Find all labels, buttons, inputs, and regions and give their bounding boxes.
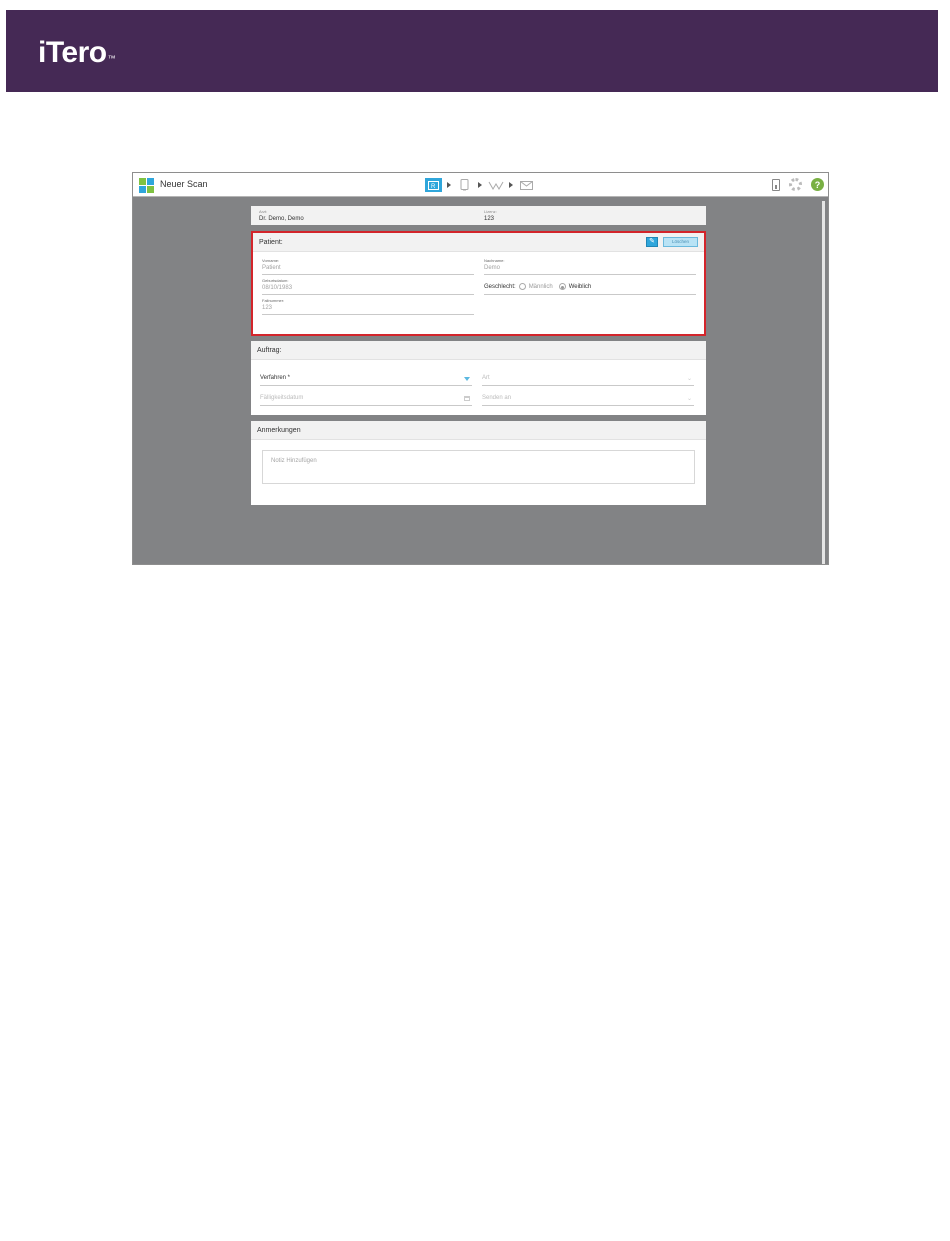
calendar-icon[interactable] — [464, 396, 470, 401]
step-arrow-icon — [478, 182, 482, 188]
last-name-label: Nachname: — [484, 258, 505, 263]
document-header: iTero™ — [6, 10, 938, 92]
due-date-label: Fälligkeitsdatum — [260, 395, 304, 401]
notes-placeholder: Notiz Hinzufügen — [271, 458, 317, 464]
view-icon[interactable] — [487, 178, 504, 192]
patient-title: Patient: — [259, 239, 283, 246]
procedure-select[interactable]: Verfahren * — [260, 373, 472, 386]
notes-input[interactable]: Notiz Hinzufügen — [262, 450, 695, 484]
status-icons: ? — [772, 178, 824, 191]
male-option[interactable]: Männlich — [529, 284, 553, 290]
first-name-label: Vorname: — [262, 258, 280, 263]
female-radio[interactable] — [558, 283, 566, 290]
order-section: Auftrag: Verfahren * Art ⌄ Fälligkeitsda… — [251, 341, 706, 415]
order-title: Auftrag: — [257, 347, 282, 354]
male-radio[interactable] — [518, 283, 526, 290]
send-to-select[interactable]: Senden an ⌄ — [482, 393, 694, 406]
pencil-icon[interactable]: ✎ — [646, 237, 658, 247]
dob-label: Geburtsdatum: — [262, 278, 289, 283]
doctor-info-panel: Arzt: Dr. Demo, Demo Lizenz: 123 — [251, 206, 706, 225]
type-select[interactable]: Art ⌄ — [482, 373, 694, 386]
order-header: Auftrag: — [251, 341, 706, 360]
send-to-label: Senden an — [482, 395, 512, 401]
send-icon[interactable] — [518, 178, 535, 192]
last-name-value: Demo — [484, 265, 501, 271]
chevron-down-icon: ⌄ — [686, 376, 692, 382]
svg-text:R: R — [431, 184, 436, 190]
step-arrow-icon — [509, 182, 513, 188]
female-option[interactable]: Weiblich — [569, 284, 592, 290]
license-label: Lizenz: — [484, 209, 497, 214]
notes-section: Anmerkungen Notiz Hinzufügen — [251, 421, 706, 505]
first-name-field[interactable]: Vorname: Patient — [262, 258, 474, 275]
workflow-steps: R — [425, 177, 535, 193]
case-number-value: 123 — [262, 305, 273, 311]
help-icon[interactable]: ? — [811, 178, 824, 191]
dob-value: 08/10/1983 — [262, 285, 293, 291]
notes-header: Anmerkungen — [251, 421, 706, 440]
patient-section: Patient: ✎ Löschen Vorname: Patient Nach… — [251, 231, 706, 336]
dob-field[interactable]: Geburtsdatum: 08/10/1983 — [262, 278, 474, 295]
gender-group: Geschlecht: Männlich Weiblich — [484, 283, 594, 290]
app-grid-icon[interactable] — [139, 178, 154, 193]
type-label: Art — [482, 375, 490, 381]
notes-title: Anmerkungen — [257, 427, 301, 434]
step-arrow-icon — [447, 182, 451, 188]
gear-icon[interactable] — [789, 178, 802, 191]
top-bar: Neuer Scan R ? — [133, 173, 828, 197]
case-number-field[interactable]: Fallnummer: 123 — [262, 298, 474, 315]
scan-icon[interactable] — [456, 178, 473, 192]
license-value: 123 — [484, 216, 495, 222]
scrollbar[interactable] — [822, 201, 825, 564]
itero-logo: iTero™ — [38, 36, 116, 69]
patient-header: Patient: ✎ Löschen — [253, 233, 704, 252]
case-number-label: Fallnummer: — [262, 298, 285, 303]
delete-button[interactable]: Löschen — [663, 237, 698, 247]
last-name-field[interactable]: Nachname: Demo — [484, 258, 696, 275]
first-name-value: Patient — [262, 265, 281, 271]
chevron-down-icon — [464, 377, 470, 381]
chevron-down-icon: ⌄ — [686, 396, 692, 402]
rx-icon[interactable]: R — [425, 178, 442, 192]
doctor-value: Dr. Demo, Demo — [259, 216, 304, 222]
due-date-field[interactable]: Fälligkeitsdatum — [260, 393, 472, 406]
app-screenshot: Neuer Scan R ? Arzt: Dr. Demo, Demo Lize… — [132, 172, 829, 565]
procedure-label: Verfahren * — [260, 375, 291, 381]
app-title: Neuer Scan — [160, 179, 208, 189]
gender-label: Geschlecht: — [484, 283, 516, 290]
gender-field: Geschlecht: Männlich Weiblich — [484, 278, 696, 295]
battery-icon — [772, 178, 780, 191]
doctor-label: Arzt: — [259, 209, 268, 214]
